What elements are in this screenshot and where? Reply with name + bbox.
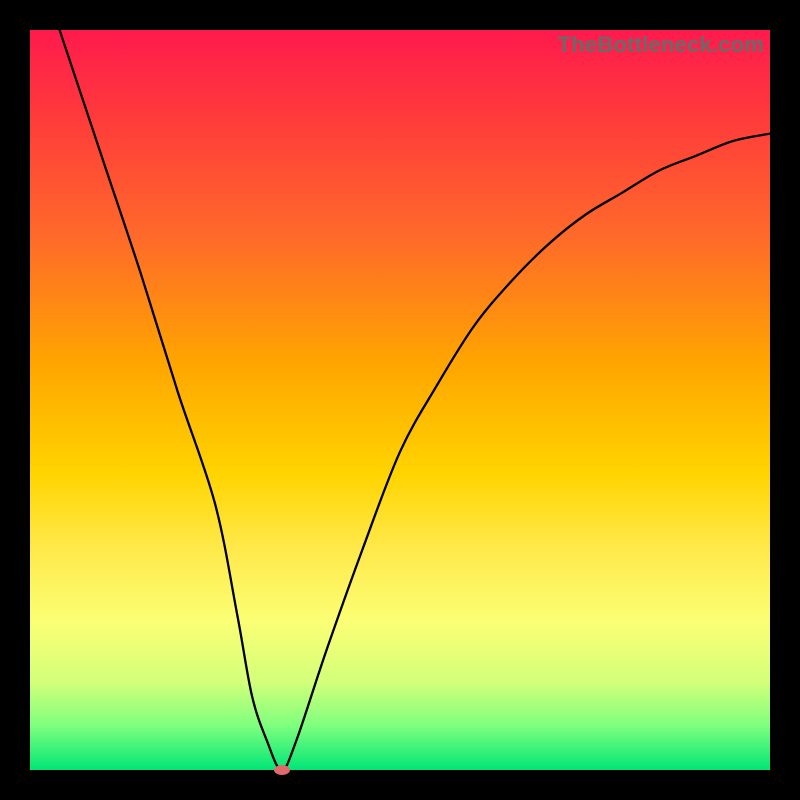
plot-area: TheBottleneck.com xyxy=(30,30,770,770)
optimal-point-marker xyxy=(274,765,290,775)
bottleneck-curve-path xyxy=(60,30,770,770)
chart-frame: TheBottleneck.com xyxy=(0,0,800,800)
curve-svg xyxy=(30,30,770,770)
